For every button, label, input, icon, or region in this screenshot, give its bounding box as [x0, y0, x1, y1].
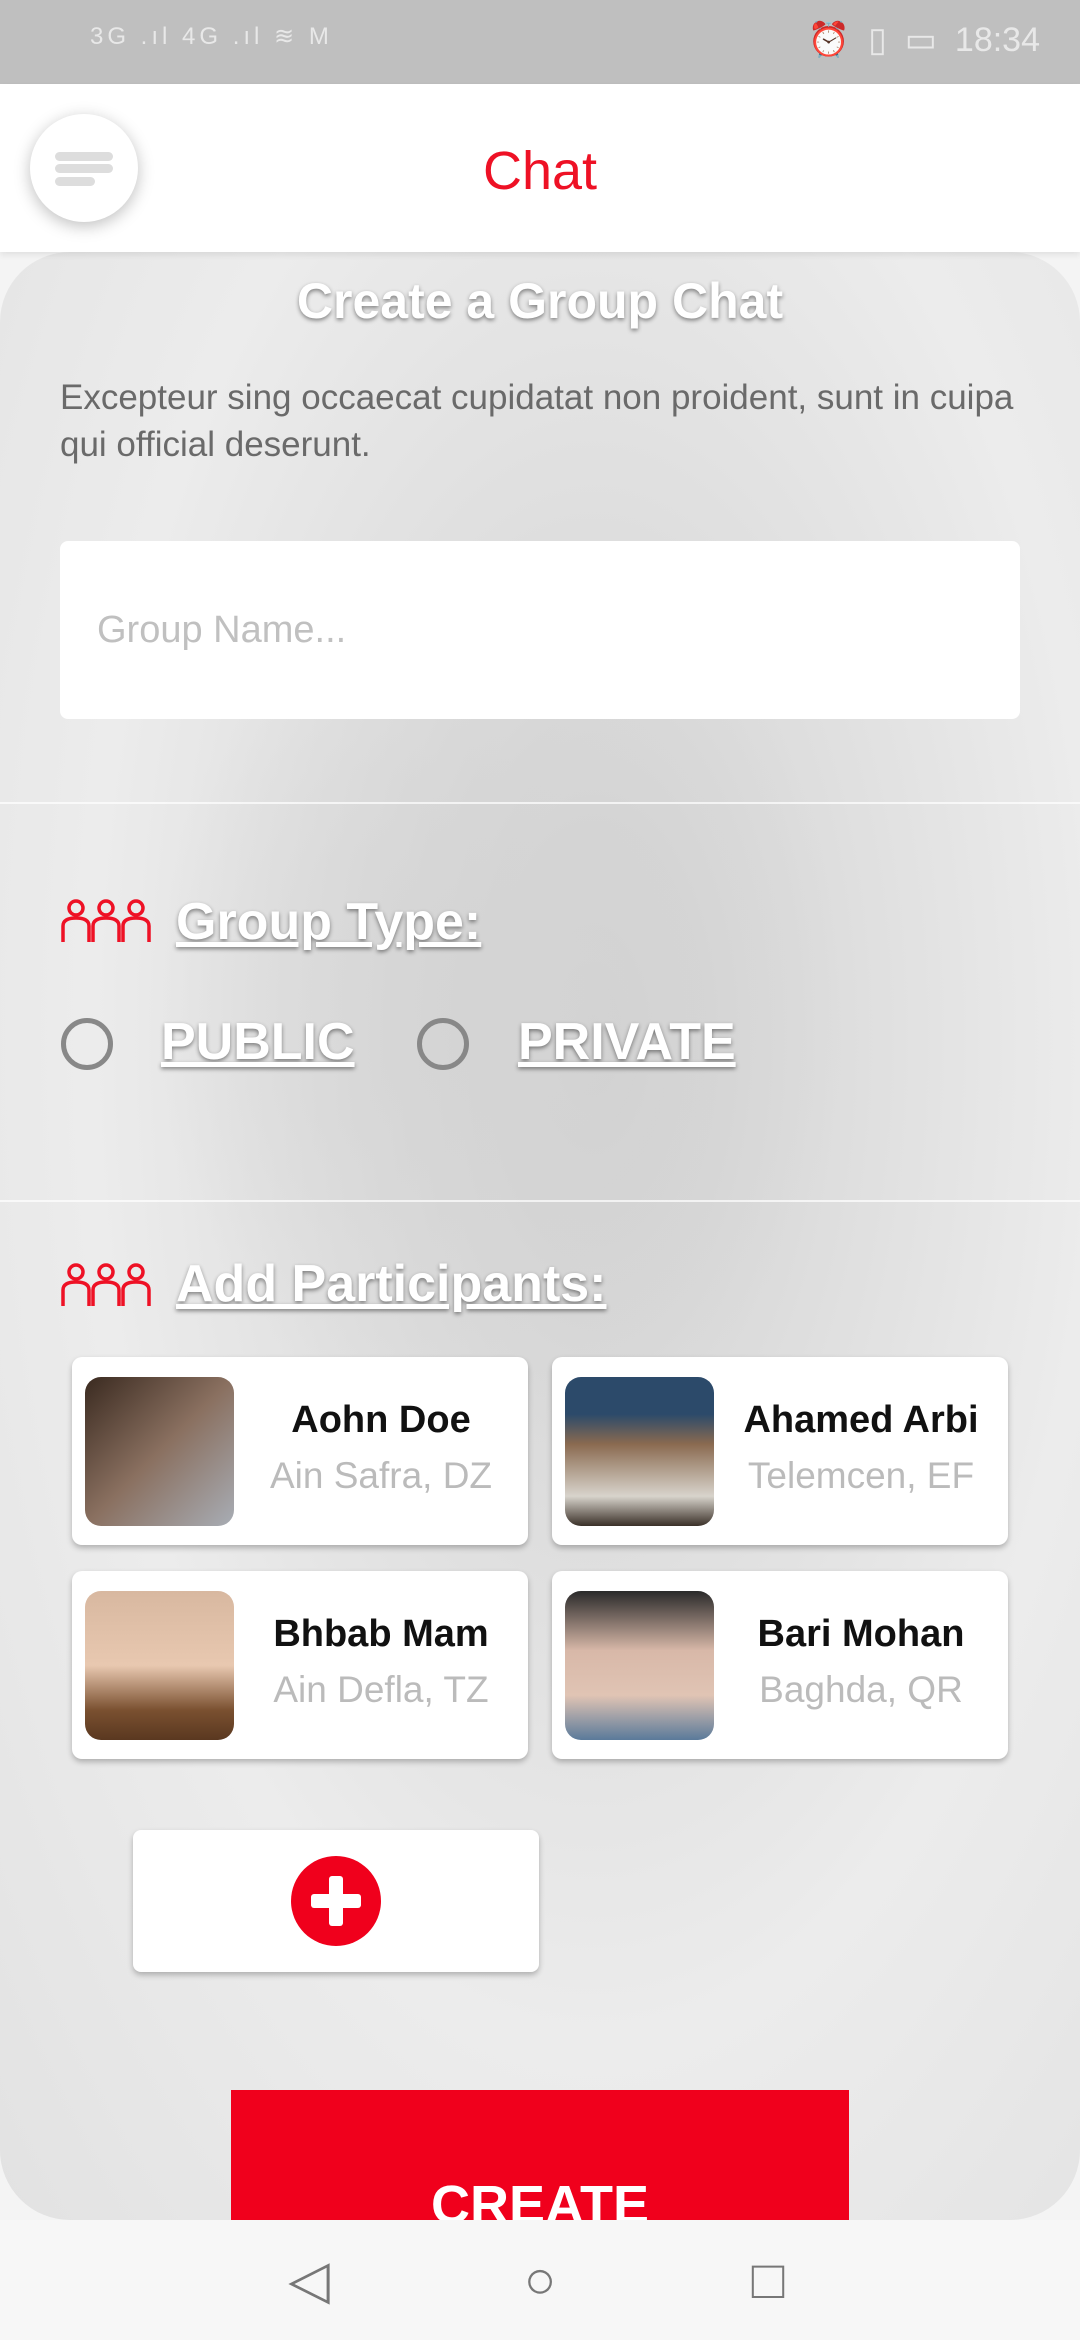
add-participant-button[interactable] [133, 1830, 539, 1972]
alarm-icon: ⏰ [807, 21, 851, 59]
participant-name: Bhbab Mam [273, 1613, 489, 1655]
participant-name: Ahamed Arbi [743, 1399, 979, 1441]
signal-icons: 3G .ıl 4G .ıl ≋ M [90, 23, 333, 50]
participants-icon [61, 1263, 151, 1306]
divider [0, 1200, 1080, 1202]
clock: 18:34 [954, 20, 1040, 59]
group-name-input[interactable] [60, 541, 1020, 719]
app-header: Chat [0, 84, 1080, 252]
public-label[interactable]: PUBLIC [161, 1012, 355, 1072]
back-icon[interactable]: ◁ [279, 2250, 339, 2310]
battery-icon: ▭ [904, 21, 937, 59]
home-icon[interactable]: ○ [510, 2250, 570, 2310]
private-radio[interactable] [417, 1018, 469, 1070]
system-nav-bar: ◁ ○ □ [0, 2220, 1080, 2340]
avatar [565, 1591, 714, 1740]
participant-card[interactable]: Bhbab Mam Ain Defla, TZ [72, 1571, 528, 1759]
public-radio[interactable] [61, 1018, 113, 1070]
group-icon [61, 899, 151, 942]
private-label[interactable]: PRIVATE [518, 1012, 736, 1072]
participant-location: Baghda, QR [759, 1669, 963, 1710]
group-type-label: Group Type: [176, 893, 482, 951]
vibrate-icon: ▯ [868, 21, 887, 59]
participant-card[interactable]: Aohn Doe Ain Safra, DZ [72, 1357, 528, 1545]
avatar [565, 1377, 714, 1526]
plus-icon [291, 1856, 381, 1946]
avatar [85, 1377, 234, 1526]
participant-name: Bari Mohan [757, 1613, 965, 1655]
participants-label: Add Participants: [176, 1255, 607, 1313]
form-description: Excepteur sing occaecat cupidatat non pr… [60, 378, 1014, 464]
form-title: Create a Group Chat [296, 273, 784, 329]
participant-name: Aohn Doe [291, 1399, 471, 1441]
participant-location: Telemcen, EF [747, 1455, 975, 1496]
participant-location: Ain Safra, DZ [269, 1455, 493, 1496]
page-title: Chat [482, 141, 598, 201]
participant-location: Ain Defla, TZ [273, 1669, 489, 1710]
participant-card[interactable]: Ahamed Arbi Telemcen, EF [552, 1357, 1008, 1545]
participant-card[interactable]: Bari Mohan Baghda, QR [552, 1571, 1008, 1759]
recents-icon[interactable]: □ [738, 2250, 798, 2310]
avatar [85, 1591, 234, 1740]
divider [0, 802, 1080, 804]
status-bar: 3G .ıl 4G .ıl ≋ M ⏰ ▯ ▭ 18:34 [0, 0, 1080, 84]
